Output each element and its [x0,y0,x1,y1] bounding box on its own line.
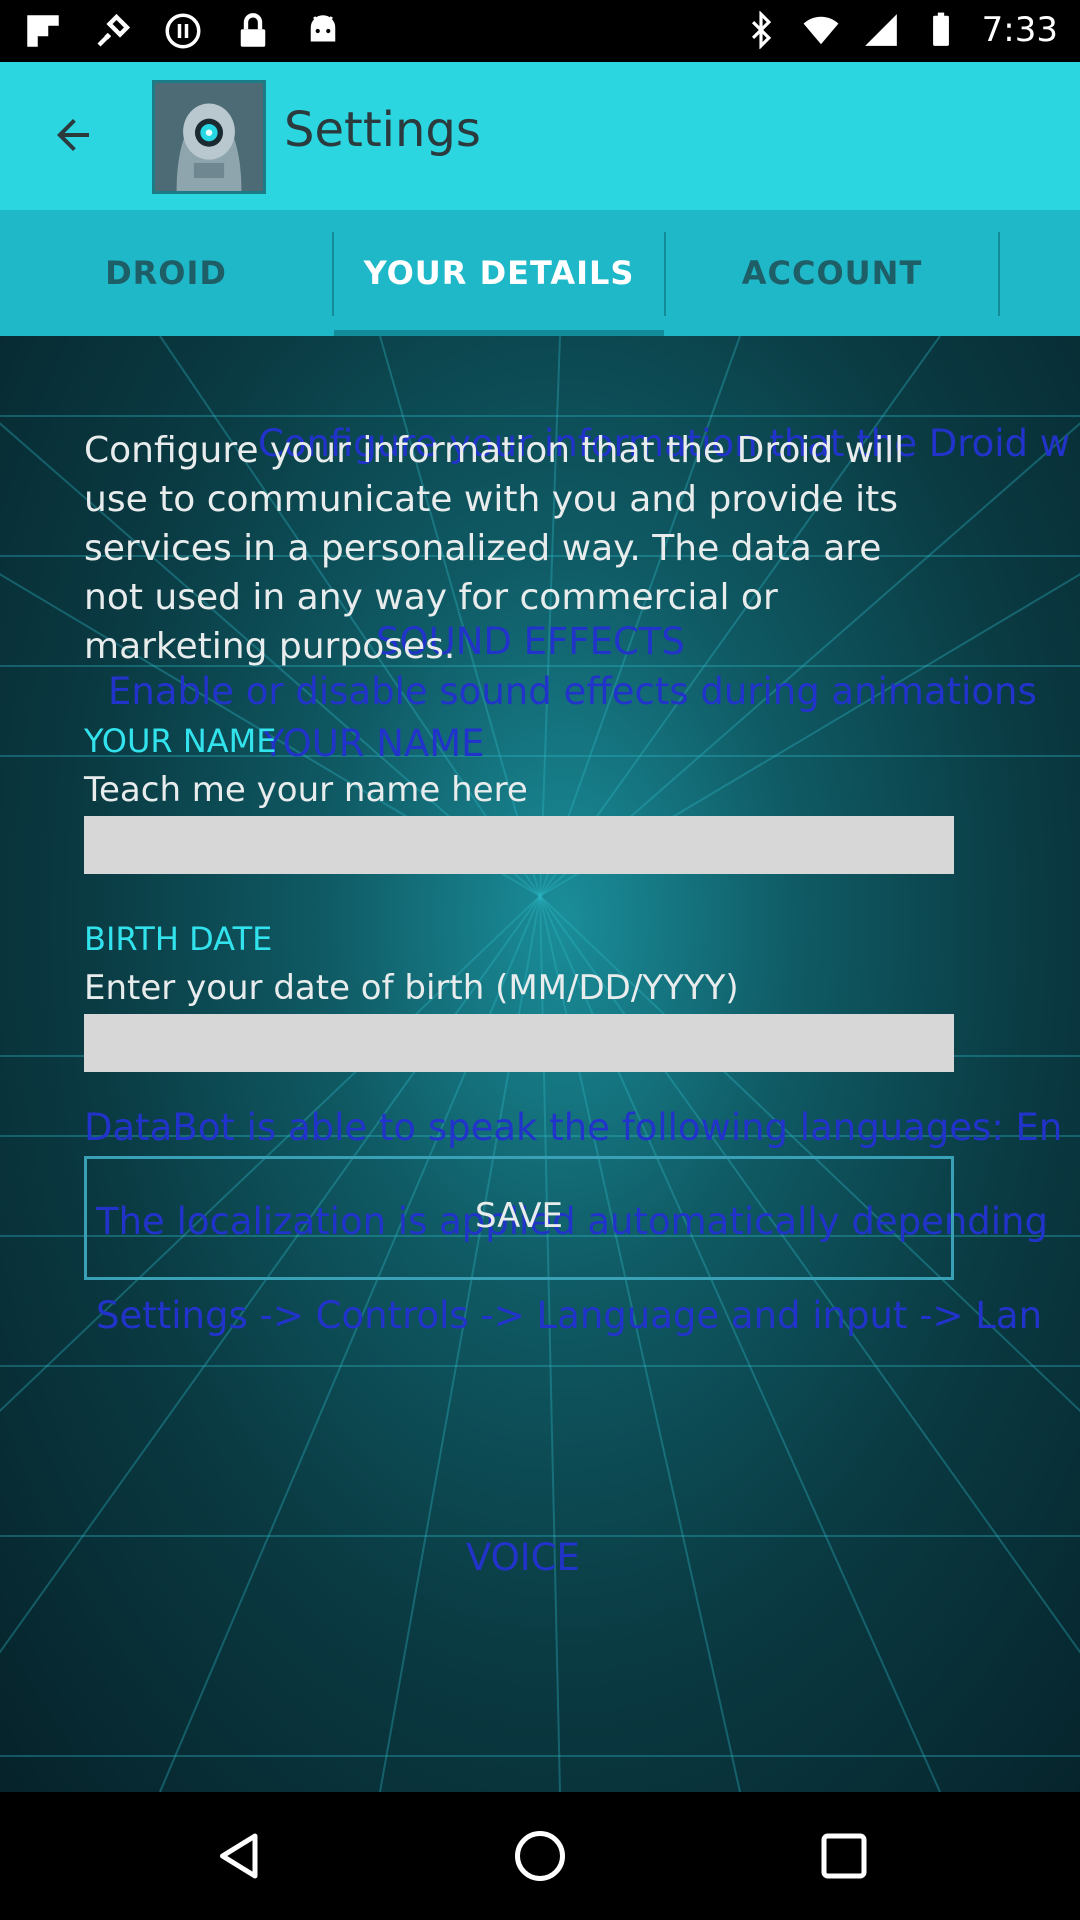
bluetooth-icon [751,11,771,49]
nav-home-button[interactable] [510,1826,570,1886]
status-bar: 7:33 [0,0,1080,62]
name-input[interactable] [84,816,954,874]
tab-divider [998,232,1000,316]
home-circle-icon [515,1831,565,1881]
status-time: 7:33 [981,10,1058,50]
tab-bar: DROID YOUR DETAILS ACCOUNT [0,210,1080,336]
ghost-sound-effects-desc: Enable or disable sound effects during a… [108,670,1037,713]
save-button-label: SAVE [474,1196,564,1236]
fake-gps-icon [97,13,131,47]
system-nav-bar [0,1792,1080,1920]
birth-date-label: BIRTH DATE [84,920,273,958]
app-toolbar: Settings [0,62,1080,210]
wifi-icon [803,16,839,45]
ghost-settings-path: Settings -> Controls -> Language and inp… [96,1294,1043,1337]
intro-description: Configure your information that the Droi… [84,430,905,667]
back-button[interactable] [42,104,104,166]
lock-icon [240,13,266,47]
ghost-your-name: YOUR NAME [262,722,485,765]
birth-date-hint: Enter your date of birth (MM/DD/YYYY) [84,968,739,1008]
page-title: Settings [284,102,481,158]
robot-avatar-icon [152,80,266,194]
details-content[interactable]: Configure your information that the Droi… [0,336,1080,1792]
tab-account[interactable]: ACCOUNT [666,210,998,336]
signal-icon [864,14,897,46]
back-triangle-icon [220,1833,258,1879]
status-system: 7:33 [742,10,1058,50]
tab-your-details[interactable]: YOUR DETAILS [334,210,664,336]
recents-square-icon [821,1833,867,1879]
ghost-languages: DataBot is able to speak the following l… [84,1106,1063,1149]
status-notifications [22,10,344,52]
battery-icon [932,12,949,46]
pause-circle-icon [165,13,201,49]
tab-droid[interactable]: DROID [0,210,332,336]
your-name-hint: Teach me your name here [84,770,528,810]
your-name-label: YOUR NAME [84,722,277,760]
android-icon [310,15,336,42]
nav-recents-button[interactable] [814,1826,874,1886]
nav-back-button[interactable] [210,1826,270,1886]
flipboard-icon [27,15,59,47]
ghost-voice: VOICE [466,1536,580,1579]
arrow-left-icon [57,119,89,151]
birth-date-input[interactable] [84,1014,954,1072]
